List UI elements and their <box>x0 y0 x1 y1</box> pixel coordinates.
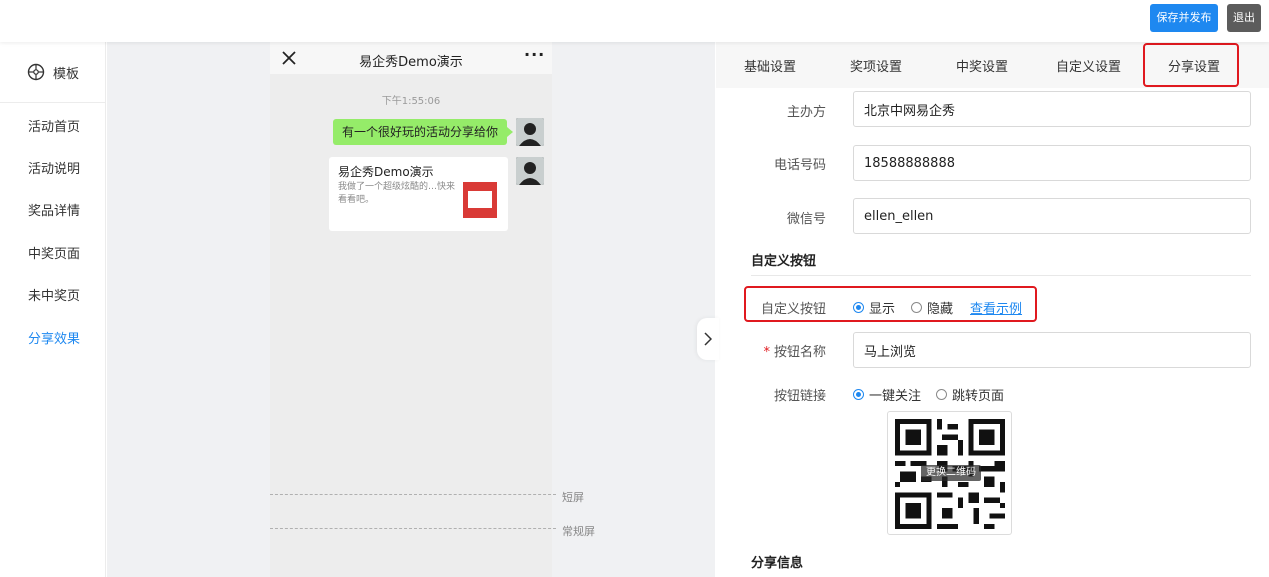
phone-input[interactable] <box>853 145 1251 181</box>
sidebar-item-description[interactable]: 活动说明 <box>28 158 80 177</box>
template-nav-header[interactable]: 模板 <box>0 42 106 103</box>
radio-checked-icon <box>853 302 864 313</box>
short-screen-guide <box>270 494 556 495</box>
template-icon <box>27 63 45 81</box>
radio-unchecked-icon <box>936 389 947 400</box>
share-card: 易企秀Demo演示 我做了一个超级炫酷的…快来看看吧。 <box>329 157 508 231</box>
share-info-section-title: 分享信息 <box>751 556 804 571</box>
exit-button[interactable]: 退出 <box>1227 4 1261 32</box>
follow-radio[interactable]: 一键关注 <box>853 385 921 404</box>
show-radio[interactable]: 显示 <box>853 298 895 317</box>
save-publish-button[interactable]: 保存并发布 <box>1150 4 1218 32</box>
wechat-input[interactable] <box>853 198 1251 234</box>
sidebar-item-lose-page[interactable]: 未中奖页 <box>28 285 80 304</box>
button-name-label: * 按钮名称 <box>763 345 826 360</box>
sidebar-item-win-page[interactable]: 中奖页面 <box>28 243 80 262</box>
view-example-link[interactable]: 查看示例 <box>970 298 1022 317</box>
radio-checked-icon <box>853 389 864 400</box>
settings-panel: 基础设置 奖项设置 中奖设置 自定义设置 分享设置 主办方 电话号码 微信号 自… <box>716 42 1269 577</box>
left-sidebar: 模板 活动首页 活动说明 奖品详情 中奖页面 未中奖页 分享效果 <box>0 42 106 577</box>
organizer-input[interactable] <box>853 91 1251 127</box>
share-tab-highlight <box>1143 43 1239 87</box>
section-divider <box>751 275 1251 276</box>
hide-radio-label: 隐藏 <box>927 302 954 317</box>
sidebar-item-prize-details[interactable]: 奖品详情 <box>28 200 80 219</box>
normal-screen-label: 常规屏 <box>562 525 595 538</box>
phone-preview: 易企秀Demo演示 ··· 下午1:55:06 有一个很好玩的活动分享给你 易企… <box>270 42 552 577</box>
custom-button-label: 自定义按钮 <box>760 302 826 317</box>
share-card-desc: 我做了一个超级炫酷的…快来看看吧。 <box>338 182 456 205</box>
chat-bubble: 有一个很好玩的活动分享给你 <box>333 119 514 145</box>
button-name-input[interactable] <box>853 332 1251 368</box>
top-toolbar: 保存并发布 退出 <box>0 0 1269 42</box>
tab-winning-settings[interactable]: 中奖设置 <box>956 56 1008 75</box>
phone-title: 易企秀Demo演示 <box>359 55 463 70</box>
show-radio-label: 显示 <box>869 302 896 317</box>
jump-radio[interactable]: 跳转页面 <box>936 385 1004 404</box>
button-link-label: 按钮链接 <box>773 389 826 404</box>
chevron-right-icon <box>704 332 713 346</box>
sidebar-item-home[interactable]: 活动首页 <box>28 116 80 135</box>
short-screen-label: 短屏 <box>562 491 584 504</box>
tab-prize-settings[interactable]: 奖项设置 <box>850 56 902 75</box>
qr-code-box[interactable]: 更换二维码 <box>887 411 1012 535</box>
settings-tabs: 基础设置 奖项设置 中奖设置 自定义设置 分享设置 <box>716 42 1269 88</box>
phone-title-bar: 易企秀Demo演示 ··· <box>270 42 552 74</box>
avatar <box>516 157 544 185</box>
tab-custom-settings[interactable]: 自定义设置 <box>1056 56 1121 75</box>
replace-qr-button[interactable]: 更换二维码 <box>921 465 981 481</box>
tab-basic-settings[interactable]: 基础设置 <box>744 56 796 75</box>
custom-button-section-title: 自定义按钮 <box>751 254 817 269</box>
share-card-thumbnail <box>463 182 497 218</box>
more-icon[interactable]: ··· <box>524 45 545 64</box>
jump-radio-label: 跳转页面 <box>952 389 1005 404</box>
hide-radio[interactable]: 隐藏 <box>911 298 953 317</box>
phone-label: 电话号码 <box>773 158 826 173</box>
template-label: 模板 <box>53 66 80 82</box>
collapse-panel-button[interactable] <box>697 318 719 360</box>
follow-radio-label: 一键关注 <box>869 389 922 404</box>
chat-time: 下午1:55:06 <box>381 96 441 107</box>
normal-screen-guide <box>270 528 556 529</box>
organizer-label: 主办方 <box>786 105 826 120</box>
share-card-title: 易企秀Demo演示 <box>338 165 434 179</box>
avatar <box>516 118 544 146</box>
radio-unchecked-icon <box>911 302 922 313</box>
sidebar-item-share-effect[interactable]: 分享效果 <box>28 328 80 347</box>
wechat-label: 微信号 <box>786 212 826 227</box>
